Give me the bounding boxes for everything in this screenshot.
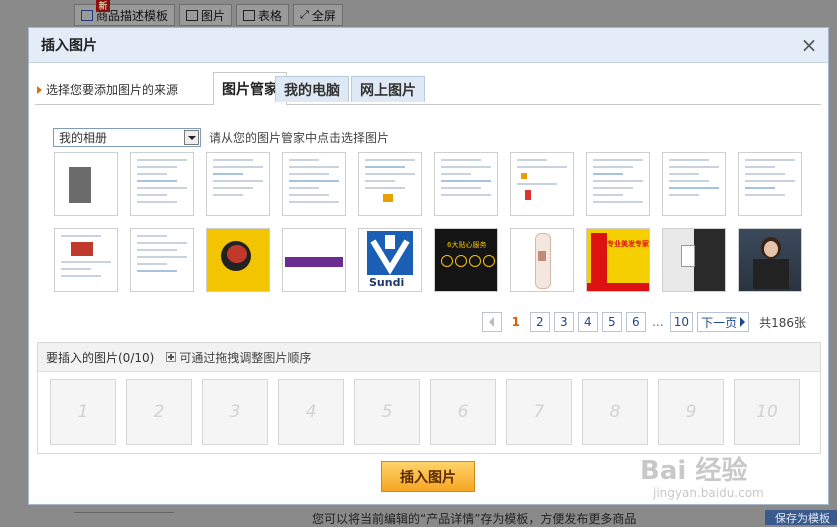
sundi-text: Sundi [369,276,405,289]
album-select[interactable]: 我的相册 [53,128,201,147]
pagination-ellipsis: ... [652,315,664,329]
drag-hint: 可通过拖拽调整图片顺序 [166,349,311,366]
dialog-titlebar: 插入图片 × [29,28,828,63]
baidu-watermark: Bai 经验 [640,456,748,486]
page-4[interactable]: 4 [577,312,598,332]
page-1: 1 [505,312,526,332]
image-thumbnail[interactable] [130,152,194,216]
insert-slot[interactable]: 7 [506,379,572,445]
image-thumbnail[interactable]: 专业美发专家 [586,228,650,292]
background-toolbar: 商品描述模板 图片 表格 ⤢ 全屏 [74,4,343,26]
image-thumbnail[interactable] [282,152,346,216]
image-thumbnail[interactable] [662,228,726,292]
insert-slot[interactable]: 3 [202,379,268,445]
fullscreen-icon: ⤢ [300,8,309,21]
insert-slot[interactable]: 9 [658,379,724,445]
new-badge: 新 [96,0,110,12]
chevron-down-icon[interactable] [184,130,199,145]
baidu-watermark-url: jingyan.baidu.com [653,486,764,500]
insert-slot[interactable]: 4 [278,379,344,445]
image-icon [186,9,199,21]
chevron-right-icon [740,317,746,327]
insert-slot[interactable]: 10 [734,379,800,445]
chevron-left-icon [489,317,495,327]
next-page-button[interactable]: 下一页 [697,312,750,332]
pagination: 1 2 3 4 5 6 ... 10 下一页 共186张 [481,312,806,332]
insert-panel-header: 要插入的图片(0/10) 可通过拖拽调整图片顺序 [38,343,820,372]
image-thumbnail[interactable] [434,152,498,216]
background-hint-text: 您可以将当前编辑的“产品详情”存为模板，方便发布更多商品 [312,512,637,526]
image-thumbnail[interactable] [586,152,650,216]
table-button: 表格 [236,4,290,26]
image-thumbnail[interactable] [510,228,574,292]
insert-slot[interactable]: 2 [126,379,192,445]
table-icon [243,9,256,21]
image-button: 图片 [179,4,233,26]
prev-page-button[interactable] [481,312,502,332]
insert-image-button[interactable]: 插入图片 [381,461,475,492]
insert-panel: 要插入的图片(0/10) 可通过拖拽调整图片顺序 1 2 3 4 5 6 7 8… [37,342,821,454]
background-divider [74,512,174,513]
album-row: 我的相册 请从您的图片管家中点击选择图片 [53,128,389,147]
close-icon[interactable]: × [800,33,818,57]
page-6[interactable]: 6 [625,312,646,332]
fullscreen-button: ⤢ 全屏 [293,4,343,26]
insert-count-label: 要插入的图片(0/10) [46,350,155,365]
image-thumbnail[interactable] [738,228,802,292]
insert-image-dialog: 插入图片 × 选择您要添加图片的来源 图片管家 我的电脑 网上图片 我的相册 请… [28,27,829,505]
image-thumbnail[interactable] [54,152,118,216]
page-10[interactable]: 10 [669,312,694,332]
image-thumbnail[interactable] [662,152,726,216]
image-thumbnail[interactable]: 6大贴心服务 [434,228,498,292]
image-thumbnail[interactable] [206,152,270,216]
dialog-title: 插入图片 [41,38,97,54]
image-thumbnail[interactable] [358,152,422,216]
page-2[interactable]: 2 [529,312,550,332]
image-thumbnail[interactable] [510,152,574,216]
image-thumbnail[interactable] [282,228,346,292]
page-5[interactable]: 5 [601,312,622,332]
template-icon [81,9,93,21]
album-hint: 请从您的图片管家中点击选择图片 [209,131,390,145]
image-thumbnail[interactable] [206,228,270,292]
tab-my-computer[interactable]: 我的电脑 [275,76,349,102]
tab-web-image[interactable]: 网上图片 [351,76,425,102]
image-thumbnail[interactable] [738,152,802,216]
total-count: 共186张 [759,315,806,330]
page-3[interactable]: 3 [553,312,574,332]
image-thumbnail[interactable]: Sundi [358,228,422,292]
source-tabs: 选择您要添加图片的来源 图片管家 我的电脑 网上图片 [35,72,821,105]
insert-slot[interactable]: 8 [582,379,648,445]
source-label: 选择您要添加图片的来源 [37,81,178,98]
plus-icon [166,352,177,362]
arrow-right-icon [37,85,42,94]
insert-slot[interactable]: 5 [354,379,420,445]
save-template-button: 保存为模板 [765,510,837,525]
template-button: 商品描述模板 [74,4,176,26]
image-thumbnail[interactable] [54,228,118,292]
insert-slot[interactable]: 1 [50,379,116,445]
image-thumbnail[interactable] [130,228,194,292]
insert-slot[interactable]: 6 [430,379,496,445]
